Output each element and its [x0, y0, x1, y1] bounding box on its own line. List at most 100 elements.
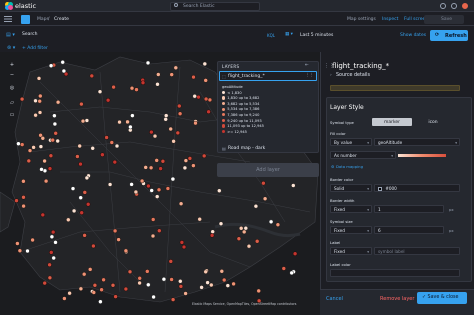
flight-marker[interactable] — [33, 98, 38, 103]
draw-shape-icon[interactable]: ▱ — [8, 100, 16, 108]
flight-marker[interactable] — [169, 277, 174, 282]
flight-marker[interactable] — [146, 282, 151, 288]
flight-marker[interactable] — [196, 94, 201, 100]
map-attribution[interactable]: Elastic Maps Service, OpenMapTiles, Open… — [192, 302, 296, 306]
flight-marker[interactable] — [209, 282, 214, 288]
flight-marker[interactable] — [30, 237, 35, 243]
flight-marker[interactable] — [53, 240, 58, 245]
tooltip-icon[interactable]: ▭ — [8, 112, 16, 120]
flight-marker[interactable] — [112, 228, 118, 234]
flight-marker[interactable] — [79, 101, 84, 107]
flight-marker[interactable] — [78, 195, 83, 200]
flight-marker[interactable] — [182, 165, 188, 171]
fill-color-field-select[interactable]: geoAltitude ▾ — [374, 138, 460, 146]
flight-marker[interactable] — [91, 290, 97, 295]
flight-marker[interactable] — [179, 240, 185, 245]
flight-marker[interactable] — [157, 228, 162, 233]
flight-marker[interactable] — [246, 243, 252, 249]
flight-marker[interactable] — [155, 82, 160, 87]
flight-marker[interactable] — [231, 281, 236, 287]
flight-marker[interactable] — [78, 161, 83, 167]
flight-marker[interactable] — [187, 156, 193, 161]
flight-marker[interactable] — [168, 259, 174, 264]
flight-marker[interactable] — [101, 277, 106, 283]
source-details-toggle[interactable]: Source details — [336, 73, 370, 78]
show-dates-link[interactable]: Show dates — [400, 33, 426, 38]
flight-marker[interactable] — [105, 98, 111, 103]
flight-marker[interactable] — [60, 59, 65, 65]
flight-marker[interactable] — [20, 142, 25, 147]
help-icon[interactable] — [440, 3, 446, 9]
fill-as-number-select[interactable]: As number ▾ — [330, 151, 396, 159]
border-width-input[interactable]: 1 — [374, 205, 444, 213]
query-input[interactable]: Search — [22, 32, 37, 37]
flight-marker[interactable] — [129, 182, 134, 187]
flight-marker[interactable] — [193, 120, 198, 126]
flight-marker[interactable] — [49, 234, 55, 240]
flight-marker[interactable] — [255, 239, 260, 244]
flight-marker[interactable] — [71, 208, 77, 214]
layer-name[interactable]: flight_tracking_* — [228, 74, 265, 79]
fill-color-mode-select[interactable]: By value ▾ — [330, 138, 372, 146]
flight-marker[interactable] — [210, 229, 215, 234]
flight-marker[interactable] — [125, 119, 130, 125]
flight-marker[interactable] — [82, 190, 88, 195]
map-settings-link[interactable]: Map settings — [347, 17, 376, 22]
flight-marker[interactable] — [114, 143, 120, 149]
border-width-mode-select[interactable]: Fixed ▾ — [330, 205, 372, 213]
chevron-right-icon[interactable]: › — [330, 73, 332, 78]
flight-marker[interactable] — [61, 68, 67, 74]
flight-marker[interactable] — [171, 139, 176, 144]
flight-marker[interactable] — [84, 175, 90, 181]
flight-marker[interactable] — [206, 109, 211, 114]
flight-marker[interactable] — [183, 291, 188, 296]
border-color-mode-select[interactable]: Solid ▾ — [330, 184, 372, 192]
flight-marker[interactable] — [66, 217, 71, 223]
flight-marker[interactable] — [191, 74, 196, 80]
elastic-logo-icon[interactable] — [4, 1, 14, 11]
compass-icon[interactable]: ◎ — [8, 85, 16, 93]
flight-marker[interactable] — [51, 255, 56, 261]
flight-marker[interactable] — [268, 219, 274, 225]
flight-marker[interactable] — [152, 133, 158, 139]
flight-marker[interactable] — [110, 283, 116, 288]
notifications-icon[interactable] — [451, 3, 457, 9]
flight-marker[interactable] — [146, 183, 151, 189]
flight-marker[interactable] — [256, 288, 261, 294]
flight-marker[interactable] — [123, 248, 129, 254]
flight-marker[interactable] — [154, 194, 160, 199]
flight-marker[interactable] — [275, 222, 281, 227]
flight-marker[interactable] — [40, 212, 45, 218]
flight-marker[interactable] — [217, 188, 222, 193]
flight-marker[interactable] — [262, 196, 268, 201]
flight-marker[interactable] — [109, 140, 115, 145]
global-search-input[interactable]: Search Elastic — [170, 1, 260, 11]
flight-marker[interactable] — [87, 267, 93, 272]
calendar-icon[interactable]: ▦ ▾ — [285, 32, 293, 37]
flight-marker[interactable] — [137, 280, 142, 286]
flight-marker[interactable] — [150, 233, 156, 239]
drag-handle-icon[interactable]: ⋮⋮ — [305, 73, 314, 78]
save-button[interactable]: Save — [424, 14, 464, 24]
flight-marker[interactable] — [209, 233, 215, 238]
flight-marker[interactable] — [128, 124, 133, 130]
flight-marker[interactable] — [291, 183, 296, 188]
flight-marker[interactable] — [38, 93, 43, 99]
flight-marker[interactable] — [170, 176, 176, 182]
flight-marker[interactable] — [165, 186, 171, 191]
flight-marker[interactable] — [19, 96, 25, 102]
flight-marker[interactable] — [243, 225, 249, 231]
flight-marker[interactable] — [113, 294, 118, 299]
flight-marker[interactable] — [160, 159, 166, 164]
flight-marker[interactable] — [21, 203, 26, 209]
flight-marker[interactable] — [253, 203, 259, 209]
flight-marker[interactable] — [55, 100, 61, 105]
flight-marker[interactable] — [17, 248, 23, 253]
flight-marker[interactable] — [127, 269, 133, 275]
flight-marker[interactable] — [92, 283, 98, 288]
flight-marker[interactable] — [78, 286, 84, 292]
user-avatar[interactable] — [462, 3, 468, 9]
flight-marker[interactable] — [140, 80, 146, 85]
inspect-link[interactable]: Inspect — [382, 17, 398, 22]
flight-marker[interactable] — [33, 113, 38, 118]
